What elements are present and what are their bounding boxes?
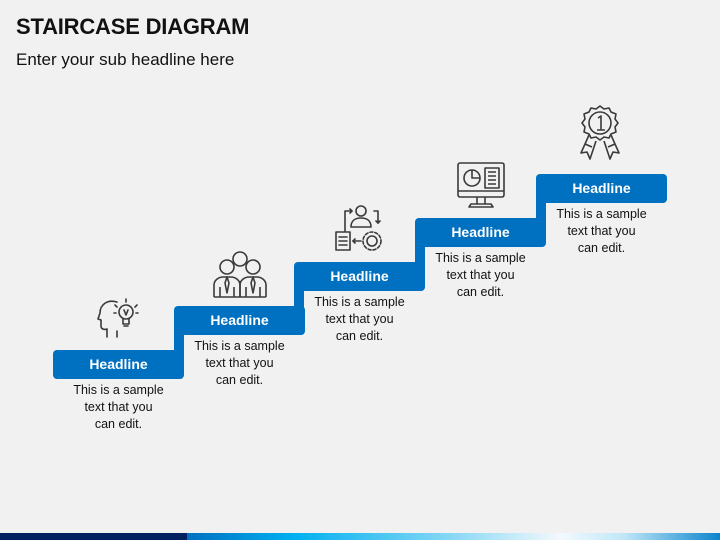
step-5-text-line: can edit. [577, 241, 626, 255]
step-2-text-line: can edit. [215, 373, 264, 387]
step-5-text-line: This is a sample [556, 207, 647, 221]
step-4-text-line: This is a sample [435, 251, 526, 265]
step-4-headline: Headline [451, 224, 510, 240]
step-1-text: This is a sample text that you can edit. [53, 382, 184, 433]
footer-gradient-segment [187, 533, 720, 540]
step-4-text-line: text that you [446, 268, 515, 282]
head-lightbulb-icon [97, 298, 139, 338]
step-5-text: This is a sample text that you can edit. [536, 206, 667, 257]
monitor-dashboard-icon [457, 162, 505, 208]
step-2-text: This is a sample text that you can edit. [174, 338, 305, 389]
team-people-icon [213, 251, 267, 298]
step-1-text-line: can edit. [94, 417, 143, 431]
step-1-text-line: This is a sample [73, 383, 164, 397]
step-1-text-line: text that you [84, 400, 153, 414]
step-2-headline: Headline [210, 312, 269, 328]
step-3-headline: Headline [330, 268, 389, 284]
footer-bar [0, 533, 720, 540]
step-3-text-line: can edit. [335, 329, 384, 343]
step-3-text: This is a sample text that you can edit. [294, 294, 425, 345]
step-3-text-line: text that you [325, 312, 394, 326]
step-1-headline: Headline [89, 356, 148, 372]
award-ribbon-icon [580, 105, 620, 160]
step-2-text-line: text that you [205, 356, 274, 370]
step-4-text: This is a sample text that you can edit. [415, 250, 546, 301]
step-5-text-line: text that you [567, 224, 636, 238]
step-3-text-line: This is a sample [314, 295, 405, 309]
step-2-text-line: This is a sample [194, 339, 285, 353]
workflow-process-icon [335, 205, 382, 251]
step-4-text-line: can edit. [456, 285, 505, 299]
footer-navy-segment [0, 533, 187, 540]
step-5-headline: Headline [572, 180, 631, 196]
